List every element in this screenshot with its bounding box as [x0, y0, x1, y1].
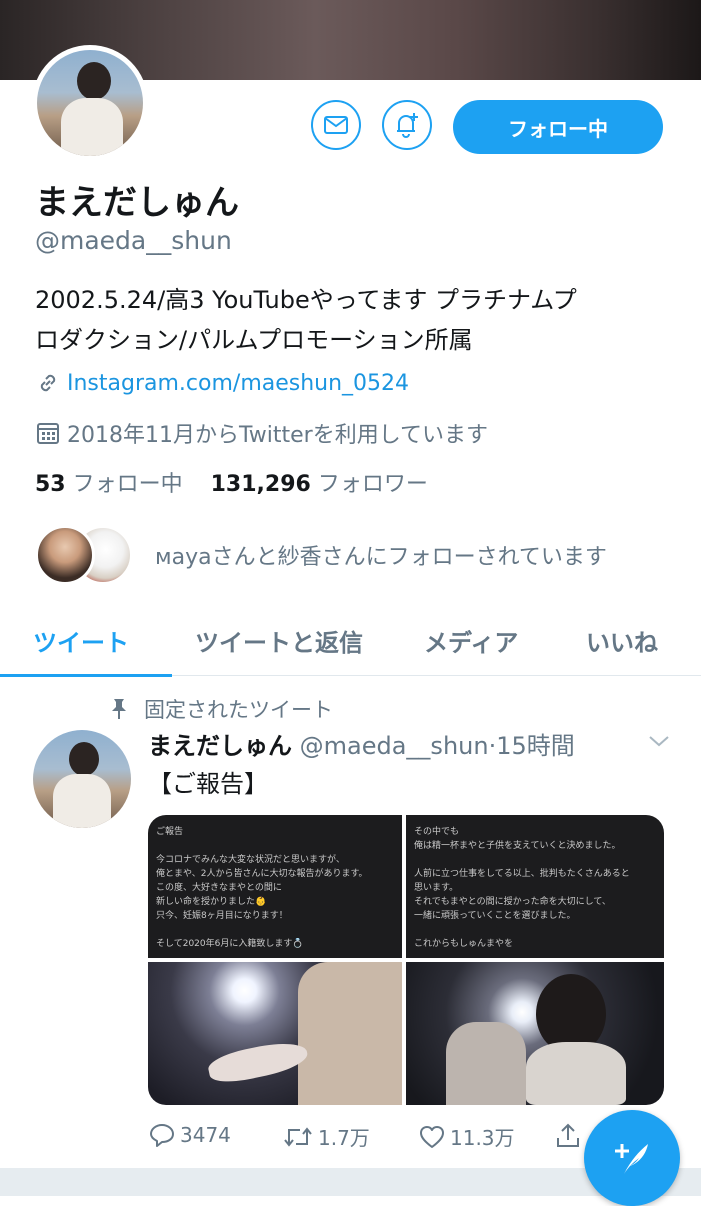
- followed-by-text: мayaさんと紗香さんにフォローされています: [155, 545, 607, 570]
- pin-icon: [112, 699, 126, 719]
- bio-line-1: 2002.5.24/高3 YouTubeやってます プラチナムプ: [35, 286, 577, 314]
- note-2-line: 俺は精一杯まやと子供を支えていくと決めました。: [414, 841, 621, 851]
- note-1-line: 新しい命を授かりました👶: [156, 897, 267, 907]
- followed-by-row[interactable]: мayaさんと紗香さんにフォローされています: [35, 525, 695, 585]
- tweet-text: 【ご報告】: [148, 770, 268, 798]
- compose-tweet-button[interactable]: [584, 1110, 680, 1206]
- calendar-icon: [37, 423, 59, 444]
- like-button[interactable]: 11.3万: [418, 1122, 515, 1151]
- chevron-down-icon[interactable]: [648, 734, 670, 748]
- note-1-text: ご報告 今コロナでみんな大変な状況だと思いますが、俺とまや、2人から皆さんに大切…: [156, 825, 394, 951]
- profile-actions: フォロー中: [0, 100, 701, 154]
- profile-bio: 2002.5.24/高3 YouTubeやってます プラチナムプ ロダクション/…: [35, 280, 675, 360]
- heart-icon: [420, 1125, 444, 1148]
- tweet-time: ·15時間: [488, 732, 575, 760]
- note-1-line: [156, 839, 394, 853]
- tweet-media-grid: ご報告 今コロナでみんな大変な状況だと思いますが、俺とまや、2人から皆さんに大切…: [148, 815, 664, 1105]
- note-2-line: 人前に立つ仕事をしてる以上、批判もたくさんあると: [414, 869, 630, 879]
- retweet-count: 1.7万: [318, 1126, 370, 1150]
- compose-icon: [615, 1144, 648, 1174]
- reply-icon: [150, 1124, 174, 1147]
- note-1-line: 只今、妊娠8ヶ月目になります！: [156, 911, 288, 921]
- note-2-line: [414, 853, 656, 867]
- following-stat[interactable]: 53 フォロー中: [35, 472, 183, 497]
- retweet-icon: [284, 1126, 312, 1147]
- note-2-line: [414, 923, 656, 937]
- tab-tweets-replies[interactable]: ツイートと返信: [195, 623, 363, 658]
- media-photo-1[interactable]: [148, 962, 402, 1105]
- tab-likes[interactable]: いいね: [586, 623, 658, 658]
- note-1-line: そして2020年6月に入籍致します💍: [156, 939, 304, 949]
- pinned-label: 固定されたツイート: [144, 698, 333, 722]
- note-2-line: それでもまやとの間に授かった命を大切にして、: [414, 897, 611, 907]
- bell-plus-icon: [397, 113, 418, 138]
- note-1-line: ご報告: [156, 827, 184, 837]
- reply-button[interactable]: 3474: [148, 1122, 231, 1148]
- pinned-indicator: 固定されたツイート: [108, 694, 333, 724]
- profile-name: まえだしゅん: [35, 183, 239, 223]
- note-1-line: 今コロナでみんな大変な状況だと思いますが、: [156, 855, 345, 865]
- mail-icon: [324, 116, 348, 134]
- message-button[interactable]: [311, 100, 361, 150]
- note-1-line: [156, 923, 394, 937]
- link-icon: [40, 374, 56, 392]
- share-icon: [557, 1123, 579, 1147]
- tab-tweets[interactable]: ツイート: [33, 623, 129, 658]
- profile-joined: 2018年11月からTwitterを利用しています: [67, 423, 489, 448]
- note-2-line: 思います。: [414, 883, 459, 893]
- media-photo-2[interactable]: [406, 962, 664, 1105]
- profile-handle: @maeda__shun: [35, 226, 232, 255]
- profile-counts: 53 フォロー中 131,296 フォロワー: [35, 466, 428, 498]
- retweet-button[interactable]: 1.7万: [282, 1122, 370, 1151]
- follower-avatar-1: [35, 525, 95, 585]
- tweet-author-name[interactable]: まえだしゅん: [148, 732, 292, 760]
- media-note-2[interactable]: その中でも俺は精一杯まやと子供を支えていくと決めました。 人前に立つ仕事をしてる…: [406, 815, 664, 958]
- note-1-line: この度、大好きなまやとの間に: [156, 883, 282, 893]
- profile-joined-row: 2018年11月からTwitterを利用しています: [35, 417, 488, 449]
- tab-media[interactable]: メディア: [424, 623, 518, 658]
- following-button[interactable]: フォロー中: [453, 100, 663, 154]
- media-note-1[interactable]: ご報告 今コロナでみんな大変な状況だと思いますが、俺とまや、2人から皆さんに大切…: [148, 815, 402, 958]
- tweet-header: まえだしゅん @maeda__shun·15時間: [148, 726, 575, 761]
- followers-label: フォロワー: [317, 472, 428, 497]
- following-label: フォロー中: [72, 472, 183, 497]
- tweet-avatar[interactable]: [33, 730, 131, 828]
- bio-line-2: ロダクション/パルムプロモーション所属: [35, 326, 473, 354]
- note-2-text: その中でも俺は精一杯まやと子供を支えていくと決めました。 人前に立つ仕事をしてる…: [414, 825, 656, 951]
- tweet-author-handle[interactable]: @maeda__shun: [300, 732, 489, 760]
- active-tab-indicator: [0, 674, 172, 677]
- profile-link-row: Instagram.com/maeshun_0524: [35, 370, 409, 396]
- note-2-line: これからもしゅんまやを: [414, 939, 514, 949]
- following-count: 53: [35, 472, 66, 497]
- note-1-line: 俺とまや、2人から皆さんに大切な報告があります。: [156, 869, 368, 879]
- profile-tabs: ツイート ツイートと返信 メディア いいね: [0, 605, 701, 677]
- followers-count: 131,296: [210, 472, 311, 497]
- notify-button[interactable]: [382, 100, 432, 150]
- profile-link[interactable]: Instagram.com/maeshun_0524: [67, 371, 409, 396]
- note-2-line: 一緒に頑張っていくことを選びました。: [414, 911, 576, 921]
- share-button[interactable]: [554, 1122, 586, 1150]
- like-count: 11.3万: [450, 1126, 515, 1150]
- note-2-line: その中でも: [414, 827, 460, 837]
- followers-stat[interactable]: 131,296 フォロワー: [211, 472, 428, 497]
- reply-count: 3474: [180, 1123, 231, 1147]
